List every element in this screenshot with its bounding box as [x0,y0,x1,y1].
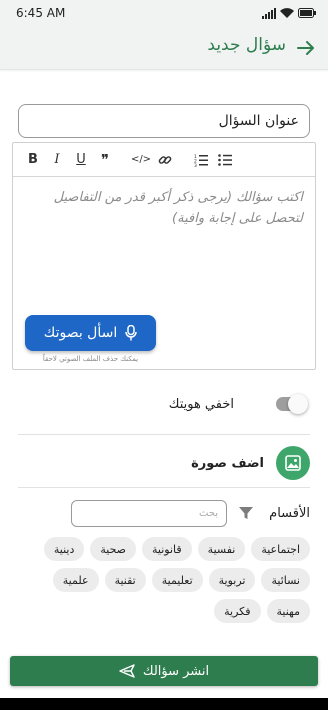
category-chip[interactable]: صحية [90,537,137,561]
ordered-list-button[interactable]: 123 [191,150,211,170]
category-chips: اجتماعية نفسية قانونية صحية دينية نسائية… [18,537,310,623]
search-placeholder: بحث [198,508,218,519]
bullet-list-icon [218,153,232,166]
page-title: سؤال جديد [207,35,286,55]
category-chip[interactable]: فكرية [214,599,261,623]
ordered-list-icon: 123 [194,154,208,167]
editor-placeholder: اكتب سؤالك (يرجى ذكر أكبر قدر من التفاصي… [13,177,315,229]
wifi-icon [280,7,294,18]
app-bar: سؤال جديد [0,26,328,70]
bold-button[interactable]: B [23,150,43,170]
question-title-value: عنوان السؤال [218,113,299,129]
quote-button[interactable]: ❞ [95,150,115,170]
publish-label: انشر سؤالك [142,663,210,679]
publish-question-button[interactable]: انشر سؤالك [10,656,318,686]
category-chip[interactable]: تربوية [208,568,256,592]
category-chip[interactable]: قانونية [142,537,192,561]
status-bar: 6:45 AM [0,0,328,26]
image-icon [285,455,301,471]
link-button[interactable] [155,150,175,170]
category-chip[interactable]: علمية [52,568,99,592]
hide-identity-toggle[interactable] [276,394,308,414]
add-photo-button[interactable] [276,446,310,480]
editor-placeholder-line1: اكتب سؤالك (يرجى ذكر أكبر قدر من التفاصي… [53,190,303,205]
status-time: 6:45 AM [16,6,66,20]
question-editor[interactable]: B I U ❞ </> 123 اكتب سؤالك (يرجى ذكر أكب… [12,142,316,370]
underline-button[interactable]: U [71,150,91,170]
microphone-icon [125,325,137,341]
voice-hint-text: يمكنك حذف الملف الصوتي لاحقاً [42,355,139,363]
category-chip[interactable]: تقنية [104,568,146,592]
hide-identity-row: اخفي هويتك [18,394,310,418]
battery-icon [298,8,316,18]
add-photo-label: اضف صورة [191,456,264,471]
editor-toolbar: B I U ❞ </> 123 [13,143,315,177]
ask-by-voice-button[interactable]: اسأل بصوتك [25,315,156,351]
status-icons [262,7,316,19]
svg-text:3: 3 [194,163,197,167]
categories-label: الأقسام [269,506,310,521]
signal-icon [262,7,276,19]
question-title-input[interactable]: عنوان السؤال [18,104,310,138]
category-chip[interactable]: دينية [43,537,85,561]
category-chip[interactable]: تعليمية [151,568,203,592]
filter-icon[interactable] [238,505,254,521]
system-nav-bar [0,698,328,710]
category-chip[interactable]: مهنية [266,599,310,623]
divider [18,487,310,488]
divider [18,434,310,435]
category-chip[interactable]: نفسية [197,537,246,561]
category-search-input[interactable]: بحث [71,500,227,527]
hide-identity-label: اخفي هويتك [168,397,234,412]
code-button[interactable]: </> [131,150,151,170]
category-chip[interactable]: اجتماعية [251,537,310,561]
editor-placeholder-line2: لتحصل على إجابة وافية) [172,211,303,226]
back-arrow-icon[interactable] [294,36,318,60]
bullet-list-button[interactable] [215,150,235,170]
italic-button[interactable]: I [47,150,67,170]
link-icon [158,155,172,164]
category-chip[interactable]: نسائية [261,568,310,592]
send-icon [119,664,135,678]
toggle-knob [288,394,308,414]
ask-by-voice-label: اسأل بصوتك [43,325,118,341]
